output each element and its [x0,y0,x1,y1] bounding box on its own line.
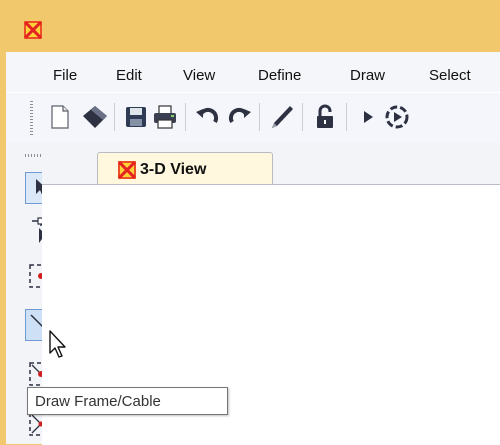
menu-draw[interactable]: Draw [350,67,385,84]
redo-icon [228,107,251,123]
save-button[interactable] [121,102,151,132]
run-button[interactable] [353,102,383,132]
toolbar-separator [185,103,186,131]
tab-label: 3-D View [140,161,207,178]
run-analysis-icon [385,105,409,129]
menu-file[interactable]: File [53,67,77,84]
new-file-button[interactable] [45,102,75,132]
menu-select[interactable]: Select [429,67,471,84]
app-logo-icon[interactable] [24,21,42,39]
menu-define[interactable]: Define [258,67,301,84]
toolbar-grip[interactable] [30,101,33,135]
lock-open-icon [317,104,333,128]
pencil-icon [272,106,293,128]
menu-view[interactable]: View [183,67,215,84]
title-bar [0,0,500,52]
tooltip-text: Draw Frame/Cable [35,393,161,410]
tooltip: Draw Frame/Cable [27,387,228,415]
lock-button[interactable] [310,102,340,132]
toolbar-separator [259,103,260,131]
menu-edit[interactable]: Edit [116,67,142,84]
undo-icon [196,107,219,123]
tab-3d-view[interactable]: 3-D View [97,152,273,184]
run-analysis-button[interactable] [382,102,412,132]
toolbar-separator [302,103,303,131]
menu-bar [6,52,500,92]
print-button[interactable] [150,102,180,132]
open-button[interactable] [80,102,110,132]
print-icon [154,105,176,129]
mouse-cursor-icon [49,330,66,358]
draw-pencil-button[interactable] [267,102,297,132]
run-icon [364,111,373,123]
save-icon [126,107,146,127]
toolbar-separator [114,103,115,131]
undo-button[interactable] [192,102,222,132]
new-file-icon [51,105,69,129]
view-3d-icon [118,161,136,179]
open-icon [83,106,107,128]
toolbar-separator [346,103,347,131]
redo-button[interactable] [225,102,255,132]
